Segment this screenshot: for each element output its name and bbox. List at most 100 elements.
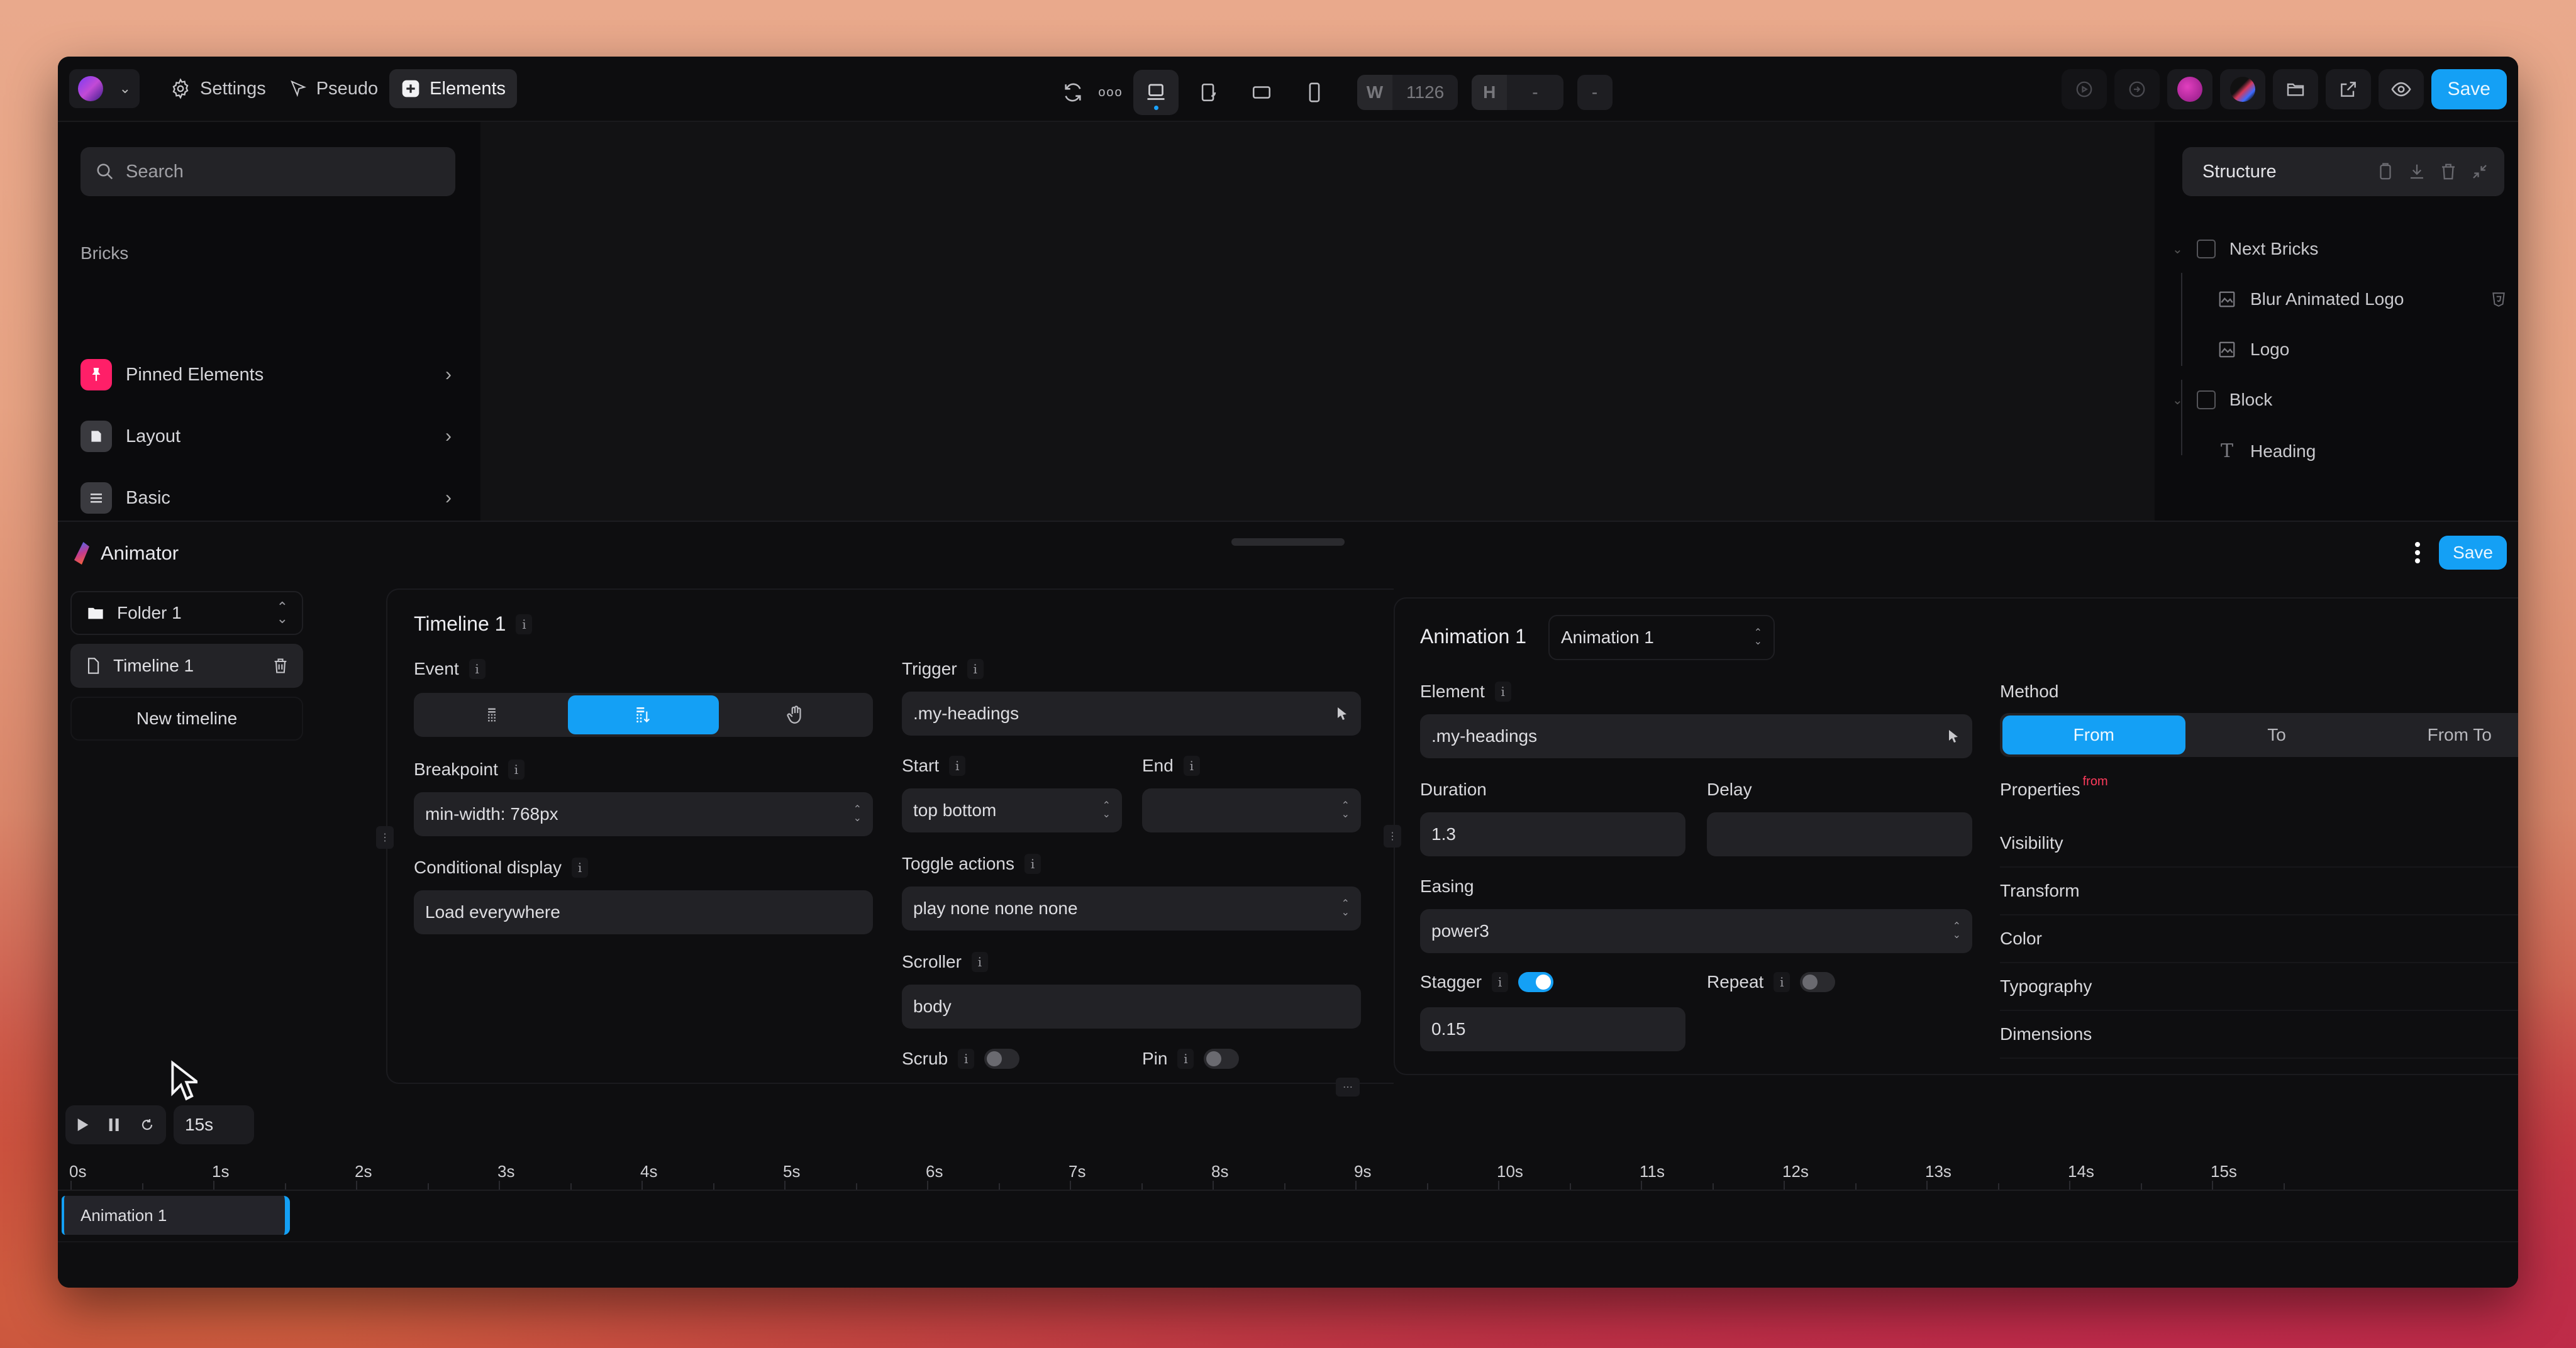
undo-button[interactable] [2061, 69, 2107, 109]
tree-item-heading[interactable]: T Heading [2218, 440, 2316, 462]
canvas-height-field[interactable]: H - [1472, 75, 1563, 110]
structure-title: Structure [2202, 161, 2277, 182]
element-picker-icon[interactable] [1335, 704, 1350, 723]
play-icon[interactable] [77, 1117, 89, 1132]
timeline-duration-field[interactable]: 15s [174, 1105, 254, 1144]
open-external-button[interactable] [2325, 69, 2371, 109]
breakpoint-select[interactable]: min-width: 768px ⌃ ⌄ [414, 792, 873, 836]
info-icon[interactable]: i [1774, 972, 1790, 992]
ruler-tick [1926, 1181, 1928, 1190]
trash-icon[interactable] [2439, 162, 2458, 182]
method-from-to-option[interactable]: From To [2368, 715, 2518, 754]
info-icon[interactable]: i [958, 1049, 975, 1069]
device-tablet-landscape-button[interactable] [1186, 70, 1231, 115]
property-visibility[interactable]: Visibility+ [2000, 820, 2518, 868]
more-button[interactable]: ooo [1096, 70, 1126, 115]
panel-resize-handle[interactable] [1231, 538, 1345, 546]
tree-item-blur-animated-logo[interactable]: Blur Animated Logo [2218, 289, 2507, 309]
folder-select[interactable]: Folder 1 ⌃ ⌄ [70, 591, 303, 635]
collapse-icon[interactable] [2470, 162, 2489, 182]
repeat-toggle[interactable] [1800, 972, 1836, 992]
info-icon[interactable]: i [949, 756, 966, 776]
animator-menu-button[interactable] [2415, 542, 2421, 563]
method-to-option[interactable]: To [2185, 715, 2368, 754]
info-icon[interactable]: i [1492, 972, 1509, 992]
animation-select[interactable]: Animation 1 ⌃ ⌄ [1548, 615, 1775, 660]
stagger-input[interactable]: 0.15 [1420, 1007, 1685, 1051]
settings-button[interactable]: Settings [158, 69, 277, 108]
tree-item-logo[interactable]: Logo [2218, 340, 2289, 360]
property-color[interactable]: Color+ [2000, 915, 2518, 963]
ruler-tick [213, 1181, 214, 1190]
element-picker-icon[interactable] [1946, 727, 1961, 746]
category-pinned-elements[interactable]: Pinned Elements › [80, 356, 455, 394]
info-icon[interactable]: i [516, 614, 533, 634]
timeline-ruler[interactable]: 0s 1s 2s 3s 4s 5s 6s 7s 8s 9s 10s 11s 12s 13s 14s 15s [58, 1162, 2518, 1191]
device-tablet-button[interactable] [1239, 70, 1284, 115]
info-icon[interactable]: i [1183, 756, 1200, 776]
conditional-display-field[interactable]: Load everywhere [414, 890, 873, 934]
category-layout[interactable]: Layout › [80, 417, 455, 455]
info-icon[interactable]: i [971, 952, 988, 972]
app-menu-button[interactable]: ⌄ [69, 69, 140, 108]
duration-input[interactable]: 1.3 [1420, 812, 1685, 856]
pin-toggle[interactable] [1204, 1049, 1240, 1069]
property-transform[interactable]: Transform+ [2000, 868, 2518, 915]
method-label: Method [2000, 682, 2059, 701]
tree-item-block[interactable]: ⌄ Block [2172, 390, 2272, 410]
method-from-option[interactable]: From [2002, 715, 2185, 754]
info-icon[interactable]: i [1494, 682, 1511, 702]
easing-select[interactable]: power3 ⌃ ⌄ [1420, 909, 1972, 953]
element-input[interactable]: .my-headings [1420, 714, 1972, 758]
device-desktop-button[interactable] [1133, 70, 1179, 115]
info-icon[interactable]: i [469, 659, 486, 679]
property-typography[interactable]: Typography+ [2000, 963, 2518, 1011]
pseudo-button[interactable]: Pseudo [277, 69, 389, 108]
animator-save-button[interactable]: Save [2439, 536, 2507, 570]
category-basic[interactable]: Basic › [80, 479, 455, 517]
info-icon[interactable]: i [1177, 1049, 1194, 1069]
new-timeline-button[interactable]: New timeline [70, 697, 303, 741]
event-page-load-option[interactable] [416, 695, 568, 734]
plugin-button-2[interactable] [2219, 69, 2265, 109]
preview-button[interactable] [2378, 69, 2424, 109]
clipboard-icon[interactable] [2376, 162, 2395, 182]
animation-track-bar[interactable]: Animation 1 [62, 1196, 291, 1235]
scroller-input[interactable]: body [902, 985, 1361, 1029]
delay-input[interactable] [1707, 812, 1972, 856]
canvas-width-field[interactable]: W 1126 [1357, 75, 1458, 110]
timeline-item[interactable]: Timeline 1 [70, 644, 303, 688]
plugin-button-1[interactable] [2167, 69, 2212, 109]
info-icon[interactable]: i [967, 659, 984, 679]
device-mobile-button[interactable] [1292, 70, 1337, 115]
canvas-scale-field[interactable]: - [1577, 75, 1613, 110]
event-click-option[interactable] [719, 695, 870, 734]
start-select[interactable]: top bottom ⌃ ⌄ [902, 788, 1122, 832]
page-canvas[interactable] [480, 122, 2155, 521]
elements-button[interactable]: Elements [389, 69, 518, 108]
element-search-input[interactable]: Search [80, 147, 455, 196]
pause-icon[interactable] [108, 1117, 121, 1132]
property-dimensions[interactable]: Dimensions+ [2000, 1011, 2518, 1059]
refresh-button[interactable] [1058, 70, 1088, 115]
trigger-input[interactable]: .my-headings [902, 692, 1361, 736]
tree-item-next-bricks[interactable]: ⌄ Next Bricks [2172, 239, 2318, 259]
restart-icon[interactable] [140, 1117, 155, 1133]
event-scroll-option[interactable] [567, 695, 719, 734]
info-icon[interactable]: i [508, 760, 525, 780]
open-folder-button[interactable] [2272, 69, 2318, 109]
column-resize-handle[interactable]: ⋮ [1384, 825, 1401, 848]
column-resize-handle[interactable]: ⋮ [376, 826, 394, 849]
end-select[interactable]: ⌃ ⌄ [1142, 788, 1361, 832]
info-icon[interactable]: i [572, 858, 589, 878]
ruler-tick [570, 1183, 572, 1190]
info-icon[interactable]: i [1024, 854, 1041, 874]
save-button[interactable]: Save [2431, 69, 2507, 109]
row-resize-handle[interactable]: ⋯ [1336, 1078, 1360, 1097]
redo-button[interactable] [2114, 69, 2160, 109]
toggle-actions-select[interactable]: play none none none ⌃ ⌄ [902, 887, 1361, 931]
stagger-toggle[interactable] [1518, 972, 1554, 992]
delete-timeline-icon[interactable] [272, 656, 289, 676]
scrub-toggle[interactable] [984, 1049, 1020, 1069]
download-icon[interactable] [2407, 162, 2426, 182]
